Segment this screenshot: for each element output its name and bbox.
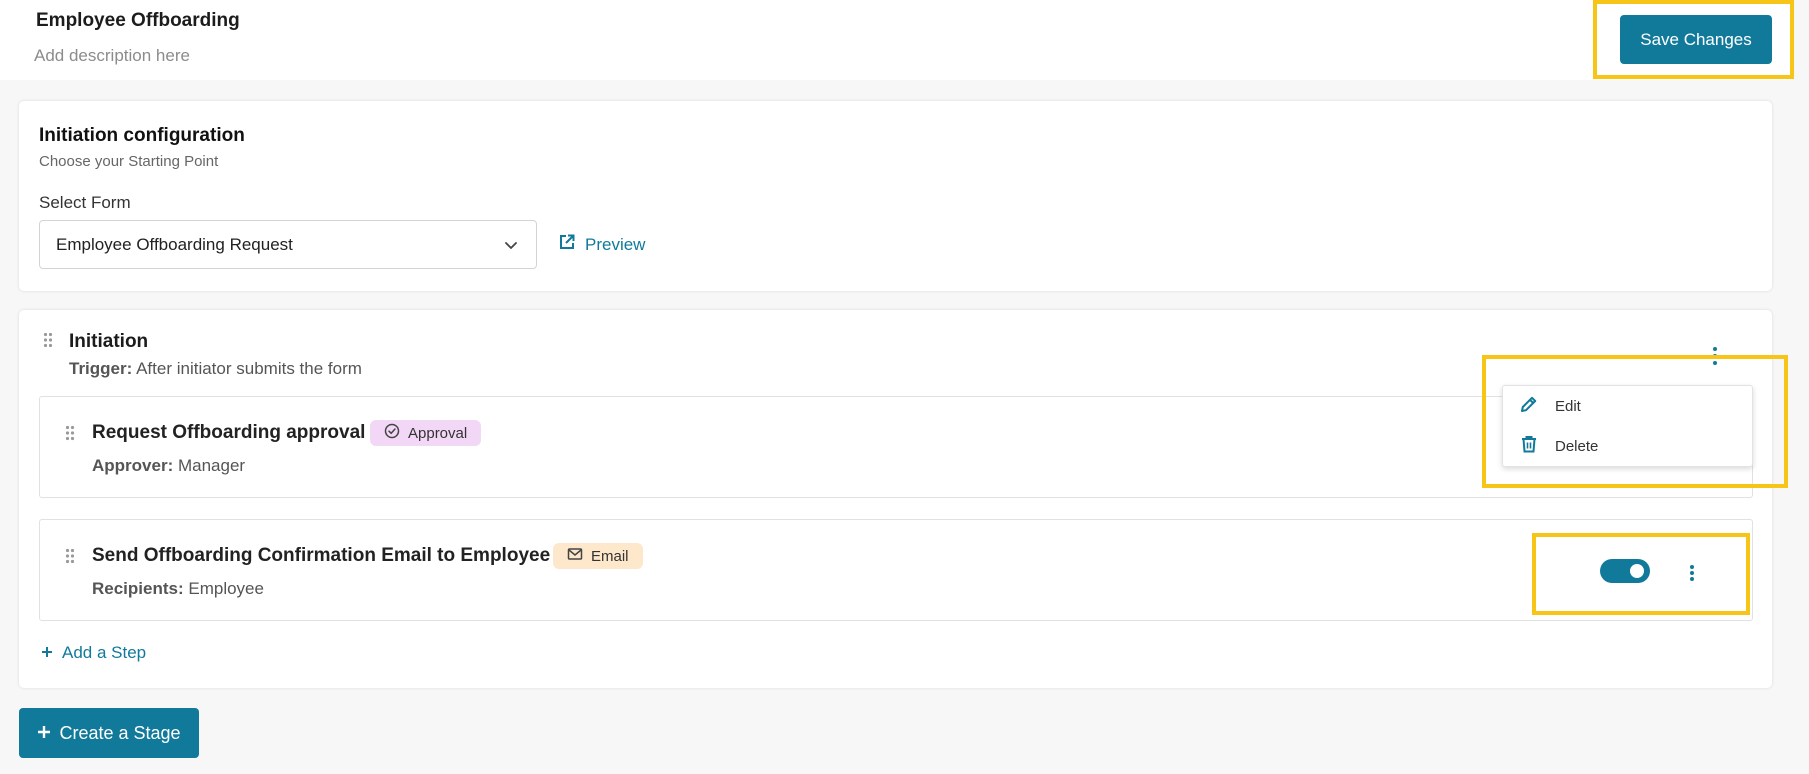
step-meta: Approver: Manager (92, 456, 245, 476)
add-step-label: Add a Step (62, 643, 147, 662)
create-stage-label: Create a Stage (59, 722, 181, 743)
step-card[interactable]: Send Offboarding Confirmation Email to E… (39, 519, 1753, 621)
drag-handle-icon[interactable] (43, 332, 53, 353)
initiation-config-card: Initiation configuration Choose your Sta… (19, 101, 1772, 291)
chevron-down-icon (502, 236, 520, 259)
section-title: Initiation configuration (39, 125, 245, 146)
recipients-value: Employee (188, 579, 264, 598)
check-circle-icon (384, 423, 400, 443)
form-select-value: Employee Offboarding Request (56, 235, 293, 254)
step-title: Send Offboarding Confirmation Email to E… (92, 545, 551, 566)
stage-title: Initiation (69, 331, 149, 352)
menu-item-edit[interactable]: Edit (1519, 394, 1581, 418)
approver-value: Manager (177, 456, 246, 475)
badge-label: Email (591, 547, 629, 565)
approval-badge: Approval (370, 420, 482, 446)
description-input[interactable]: Add description here (34, 46, 190, 66)
create-stage-button[interactable]: Create a Stage (19, 708, 199, 758)
select-form-label: Select Form (39, 193, 131, 212)
section-subtitle: Choose your Starting Point (39, 153, 219, 170)
recipients-label: Recipients: (92, 579, 184, 598)
pencil-icon (1519, 394, 1539, 418)
add-step-button[interactable]: Add a Step (41, 643, 146, 663)
more-vertical-icon[interactable] (1711, 346, 1719, 371)
save-changes-button[interactable]: Save Changes (1620, 15, 1772, 64)
menu-item-delete[interactable]: Delete (1519, 434, 1598, 458)
badge-label: Approval (408, 424, 468, 442)
menu-item-label: Delete (1555, 437, 1599, 455)
preview-label: Preview (585, 234, 646, 254)
step-enabled-toggle[interactable] (1600, 559, 1650, 583)
mail-icon (567, 547, 583, 565)
more-vertical-icon[interactable] (1688, 564, 1696, 587)
step-meta: Recipients: Employee (92, 579, 264, 599)
plus-icon (41, 643, 53, 663)
drag-handle-icon[interactable] (65, 548, 75, 569)
drag-handle-icon[interactable] (65, 425, 75, 446)
menu-item-label: Edit (1555, 397, 1581, 415)
preview-link[interactable]: Preview (559, 234, 645, 255)
stage-card: Initiation Trigger: After initiator subm… (19, 310, 1772, 688)
plus-icon (37, 723, 51, 744)
page-header: Employee Offboarding Add description her… (0, 0, 1790, 80)
page-title: Employee Offboarding (36, 10, 240, 31)
trigger-value: After initiator submits the form (136, 359, 362, 378)
toggle-knob (1630, 564, 1644, 578)
step-context-menu: Edit Delete (1502, 385, 1753, 467)
approver-label: Approver: (92, 456, 174, 475)
step-title: Request Offboarding approval (92, 422, 366, 443)
trigger-label: Trigger: (69, 359, 133, 378)
step-card[interactable]: Request Offboarding approval Approval Ap… (39, 396, 1753, 498)
form-select[interactable]: Employee Offboarding Request (39, 220, 537, 269)
stage-trigger: Trigger: After initiator submits the for… (69, 359, 362, 379)
external-link-icon (559, 234, 575, 255)
email-badge: Email (553, 543, 643, 569)
trash-icon (1519, 434, 1539, 458)
